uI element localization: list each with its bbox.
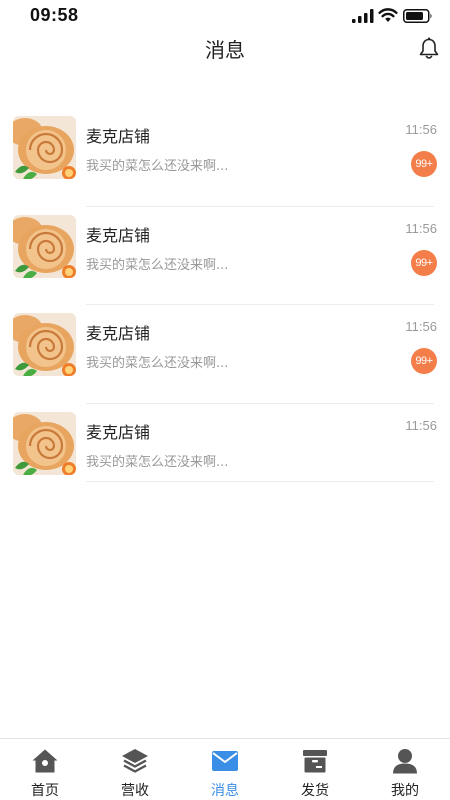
tab-shipping[interactable]: 发货 xyxy=(270,739,360,800)
shop-avatar xyxy=(13,411,76,475)
shop-avatar xyxy=(13,116,76,179)
message-sender: 麦克店铺 xyxy=(86,422,151,442)
tab-revenue[interactable]: 营收 xyxy=(90,739,180,800)
message-time: 11:56 xyxy=(405,220,437,236)
tab-home[interactable]: 首页 xyxy=(0,739,90,800)
unread-badge: 99+ xyxy=(411,348,437,374)
tab-label: 首页 xyxy=(31,783,59,799)
message-preview: 我买的菜怎么还没来啊... xyxy=(86,454,229,470)
bell-icon[interactable] xyxy=(418,37,440,61)
tab-bar: 首页 营收 消息 发货 我的 xyxy=(0,738,450,800)
message-item[interactable]: 麦克店铺 我买的菜怎么还没来啊... 11:56 99+ xyxy=(0,108,450,207)
unread-badge: 99+ xyxy=(411,249,437,276)
home-icon xyxy=(32,749,58,773)
shop-avatar xyxy=(13,214,76,278)
wifi-icon xyxy=(378,8,398,22)
shop-avatar xyxy=(13,313,76,376)
message-preview: 我买的菜怎么还没来啊... xyxy=(86,159,229,174)
status-bar: 09:58 xyxy=(0,0,450,32)
message-sender: 麦克店铺 xyxy=(86,127,151,146)
message-sender: 麦克店铺 xyxy=(86,324,151,343)
unread-badge: 99+ xyxy=(411,151,437,177)
message-time: 11:56 xyxy=(405,319,437,334)
tab-label: 消息 xyxy=(211,783,239,799)
tab-label: 我的 xyxy=(391,783,419,799)
message-preview: 我买的菜怎么还没来啊... xyxy=(86,356,229,371)
battery-icon xyxy=(403,9,432,23)
status-time: 09:58 xyxy=(30,5,79,25)
message-preview: 我买的菜怎么还没来啊... xyxy=(86,257,229,273)
divider xyxy=(86,481,434,482)
signal-icon xyxy=(352,9,374,23)
mail-icon xyxy=(212,751,238,771)
message-item[interactable]: 麦克店铺 我买的菜怎么还没来啊... 11:56 99+ xyxy=(0,305,450,404)
layers-icon xyxy=(122,749,148,773)
user-icon xyxy=(393,749,417,774)
message-time: 11:56 xyxy=(405,417,437,433)
message-item[interactable]: 麦克店铺 我买的菜怎么还没来啊... 11:56 99+ xyxy=(0,207,450,305)
nav-bar: 消息 xyxy=(0,32,450,68)
message-time: 11:56 xyxy=(405,122,437,137)
page-title: 消息 xyxy=(205,38,245,62)
message-list: 麦克店铺 我买的菜怎么还没来啊... 11:56 99+ 麦克店铺 我买的菜怎么… xyxy=(0,108,450,502)
box-icon xyxy=(303,750,327,773)
tab-mine[interactable]: 我的 xyxy=(360,739,450,800)
tab-label: 营收 xyxy=(121,783,149,799)
message-sender: 麦克店铺 xyxy=(86,225,151,245)
tab-label: 发货 xyxy=(301,783,329,799)
message-item[interactable]: 麦克店铺 我买的菜怎么还没来啊... 11:56 xyxy=(0,404,450,503)
tab-messages[interactable]: 消息 xyxy=(180,739,270,800)
